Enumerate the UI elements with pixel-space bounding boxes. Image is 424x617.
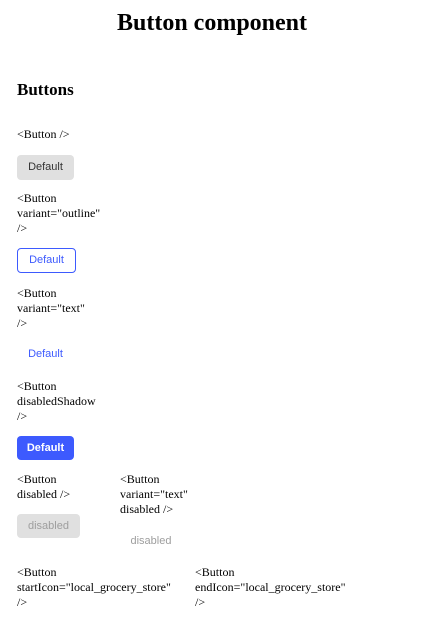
outline-button[interactable]: Default (17, 248, 76, 273)
default-button[interactable]: Default (17, 155, 74, 180)
section-title: Buttons (17, 80, 74, 99)
code-disabled-text-button: <Button variant="text" disabled /> (120, 472, 188, 516)
code-text-button: <Button variant="text" /> (17, 286, 85, 330)
code-disabled-shadow-button: <Button disabledShadow /> (17, 379, 96, 423)
disabled-text-button: disabled (120, 529, 182, 553)
code-disabled-button: <Button disabled /> (17, 472, 71, 501)
disabled-button: disabled (17, 514, 80, 538)
code-outline-button: <Button variant="outline" /> (17, 191, 101, 235)
disabled-shadow-button[interactable]: Default (17, 436, 74, 460)
code-start-icon-button: <Button startIcon="local_grocery_store" … (17, 565, 171, 609)
text-button[interactable]: Default (17, 342, 74, 367)
page-title: Button component (116, 10, 308, 36)
code-end-icon-button: <Button endIcon="local_grocery_store" /> (195, 565, 346, 609)
code-default-button: <Button /> (17, 127, 70, 141)
